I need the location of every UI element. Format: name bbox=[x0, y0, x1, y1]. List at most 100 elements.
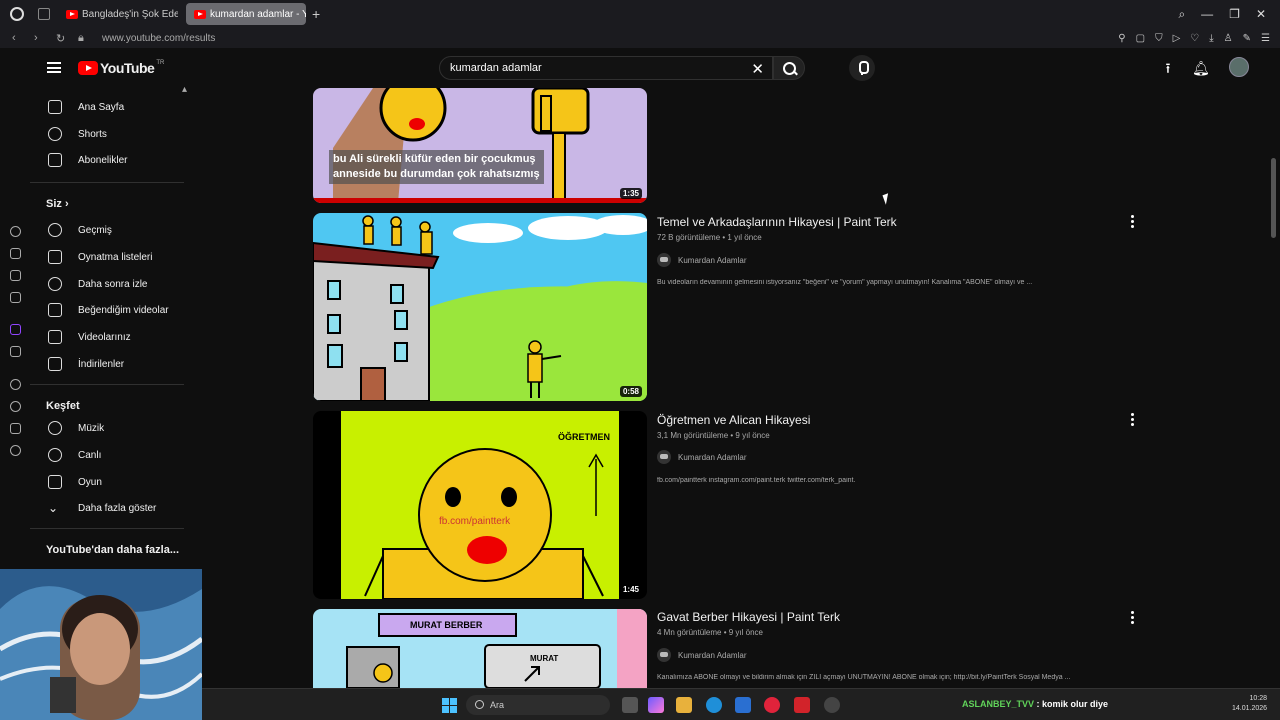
hamburger-menu-icon[interactable] bbox=[47, 62, 61, 73]
opera-logo-icon[interactable] bbox=[10, 7, 24, 21]
live-icon bbox=[48, 448, 62, 462]
video-description: Bu videoların devamının gelmesini istiyo… bbox=[657, 279, 1033, 286]
ai-icon[interactable]: ✎ bbox=[1243, 33, 1251, 44]
voice-search-button[interactable] bbox=[849, 55, 875, 81]
crypto-wallet-icon[interactable] bbox=[10, 248, 21, 259]
shield-icon[interactable]: ⛉ bbox=[1155, 33, 1163, 44]
pin-icon[interactable]: ⚲ bbox=[1118, 33, 1125, 44]
caption-line-2: anneside bu durumdan çok rahatsızmış bbox=[333, 168, 540, 180]
tab-overview-icon[interactable] bbox=[38, 8, 50, 20]
minimize-icon[interactable]: — bbox=[1201, 7, 1213, 22]
search-button[interactable] bbox=[773, 56, 805, 80]
video-thumbnail[interactable]: 0:58 bbox=[313, 213, 647, 401]
clear-search-icon[interactable]: ✕ bbox=[751, 60, 764, 78]
extension-icons: ⚲ ▢ ⛉ ▷ ♡ ⤓ ♙ ✎ ☰ bbox=[1118, 33, 1270, 44]
messenger-icon[interactable] bbox=[10, 292, 21, 303]
url-field[interactable]: www.youtube.com/results bbox=[102, 33, 215, 44]
search-input[interactable]: kumardan adamlar ✕ bbox=[439, 56, 773, 80]
youtube-logo[interactable]: YouTube TR bbox=[78, 60, 164, 76]
speed-dial-icon[interactable] bbox=[10, 226, 21, 237]
system-clock[interactable]: 10:28 14.01.2026 bbox=[1232, 694, 1267, 714]
channel-avatar[interactable] bbox=[657, 648, 671, 662]
browser-tab-1[interactable]: Bangladeş'in Şok Eden Ye bbox=[58, 3, 178, 25]
copilot-icon[interactable] bbox=[648, 697, 664, 713]
snapshot-icon[interactable]: ▢ bbox=[1136, 33, 1145, 44]
video-title[interactable]: Temel ve Arkadaşlarının Hikayesi | Paint… bbox=[657, 215, 897, 229]
taskbar-search-input[interactable]: Ara bbox=[466, 695, 610, 715]
sidebar-item-history[interactable]: Geçmiş bbox=[30, 217, 180, 243]
store-icon[interactable] bbox=[735, 697, 751, 713]
sidebar-item-your-videos[interactable]: Videolarınız bbox=[30, 324, 180, 350]
twitch-icon[interactable] bbox=[10, 324, 21, 335]
video-thumbnail[interactable]: bu Ali sürekli küfür eden bir çocukmuş a… bbox=[313, 88, 647, 203]
sidebar-item-playlists[interactable]: Oynatma listeleri bbox=[30, 244, 180, 270]
sidebar-item-shorts[interactable]: Shorts bbox=[30, 121, 180, 147]
history-icon[interactable] bbox=[10, 401, 21, 412]
profile-icon[interactable]: ♙ bbox=[1224, 33, 1233, 44]
thumbnail-text-fb: fb.com/paintterk bbox=[439, 516, 511, 527]
new-tab-icon[interactable]: + bbox=[312, 6, 320, 22]
sidebar-item-music[interactable]: Müzik bbox=[30, 415, 180, 441]
channel-link[interactable]: Kumardan Adamlar bbox=[657, 648, 746, 662]
page-scrollbar[interactable] bbox=[1271, 158, 1276, 238]
sidebar-item-label: Oynatma listeleri bbox=[78, 251, 153, 263]
notifications-bell-icon[interactable]: 🔔︎ bbox=[1192, 60, 1210, 76]
avatar[interactable] bbox=[1229, 57, 1249, 77]
channel-avatar[interactable] bbox=[657, 253, 671, 267]
youtube-header: YouTube TR kumardan adamlar ✕ ⭱ 🔔︎ bbox=[30, 48, 1280, 88]
channel-avatar[interactable] bbox=[657, 450, 671, 464]
thumbnail-art bbox=[313, 215, 647, 401]
channel-name: Kumardan Adamlar bbox=[678, 255, 747, 265]
chat-app-icon[interactable] bbox=[794, 697, 810, 713]
more-options-icon[interactable] bbox=[1131, 215, 1135, 230]
extensions-icon[interactable] bbox=[10, 423, 21, 434]
sidebar-you-heading[interactable]: Siz › bbox=[46, 198, 69, 210]
settings-icon[interactable] bbox=[10, 445, 21, 456]
more-options-icon[interactable] bbox=[1131, 611, 1135, 626]
task-view-icon[interactable] bbox=[622, 697, 638, 713]
more-options-icon[interactable] bbox=[1131, 413, 1135, 428]
x-twitter-icon[interactable] bbox=[10, 346, 21, 357]
channel-link[interactable]: Kumardan Adamlar bbox=[657, 450, 746, 464]
video-thumbnail[interactable]: ÖĞRETMEN fb.com/paintterk 1:45 bbox=[313, 411, 647, 599]
opera-icon[interactable] bbox=[764, 697, 780, 713]
thumbnail-text-teacher: ÖĞRETMEN bbox=[558, 432, 611, 442]
channel-link[interactable]: Kumardan Adamlar bbox=[657, 253, 746, 267]
sidebar-item-gaming[interactable]: Oyun bbox=[30, 469, 180, 495]
sidebar-item-home[interactable]: Ana Sayfa bbox=[30, 94, 180, 120]
steam-icon[interactable] bbox=[824, 697, 840, 713]
menu-icon[interactable]: ☰ bbox=[1261, 33, 1270, 44]
reload-icon[interactable]: ↻ bbox=[56, 32, 66, 45]
search-tabs-icon[interactable]: ⌕ bbox=[1178, 7, 1185, 22]
video-title[interactable]: Öğretmen ve Alican Hikayesi bbox=[657, 413, 810, 427]
thumbnail-text-sign: MURAT BERBER bbox=[410, 620, 483, 630]
sidebar-more-heading: YouTube'dan daha fazla... bbox=[46, 544, 179, 556]
windows-start-icon[interactable] bbox=[442, 698, 457, 713]
sidebar-item-subscriptions[interactable]: Abonelikler bbox=[30, 147, 180, 173]
maximize-icon[interactable]: ❐ bbox=[1229, 7, 1240, 22]
you-heading-label: Siz bbox=[46, 198, 62, 210]
upload-icon[interactable]: ⭱ bbox=[1160, 60, 1176, 76]
edge-icon[interactable] bbox=[706, 697, 722, 713]
sidebar-item-live[interactable]: Canlı bbox=[30, 442, 180, 468]
sidebar-item-liked[interactable]: Beğendiğim videolar bbox=[30, 297, 180, 323]
video-title[interactable]: Gavat Berber Hikayesi | Paint Terk bbox=[657, 610, 840, 624]
sidebar-show-more[interactable]: ⌄ Daha fazla göster bbox=[30, 495, 180, 521]
player-icon[interactable] bbox=[10, 379, 21, 390]
sidebar-item-downloads[interactable]: İndirilenler bbox=[30, 351, 180, 377]
close-icon[interactable]: ✕ bbox=[1256, 7, 1266, 22]
file-explorer-icon[interactable] bbox=[676, 697, 692, 713]
forward-icon[interactable]: › bbox=[34, 32, 44, 44]
sidebar-item-watch-later[interactable]: Daha sonra izle bbox=[30, 271, 180, 297]
heart-icon[interactable]: ♡ bbox=[1190, 33, 1199, 44]
channel-name: Kumardan Adamlar bbox=[678, 650, 747, 660]
caption-line-1: bu Ali sürekli küfür eden bir çocukmuş bbox=[333, 153, 536, 165]
sidebar-scroll-up-icon[interactable]: ▴ bbox=[182, 84, 187, 95]
play-icon[interactable]: ▷ bbox=[1173, 33, 1181, 44]
browser-tab-2[interactable]: kumardan adamlar - YouT bbox=[186, 3, 306, 25]
ai-chat-icon[interactable] bbox=[10, 270, 21, 281]
video-thumbnail[interactable]: MURAT BERBER MURAT bbox=[313, 609, 647, 688]
back-icon[interactable]: ‹ bbox=[12, 32, 22, 44]
youtube-sidebar: ▴ Ana Sayfa Shorts Abonelikler Siz › Geç… bbox=[30, 84, 190, 568]
download-icon[interactable]: ⤓ bbox=[1209, 33, 1213, 44]
